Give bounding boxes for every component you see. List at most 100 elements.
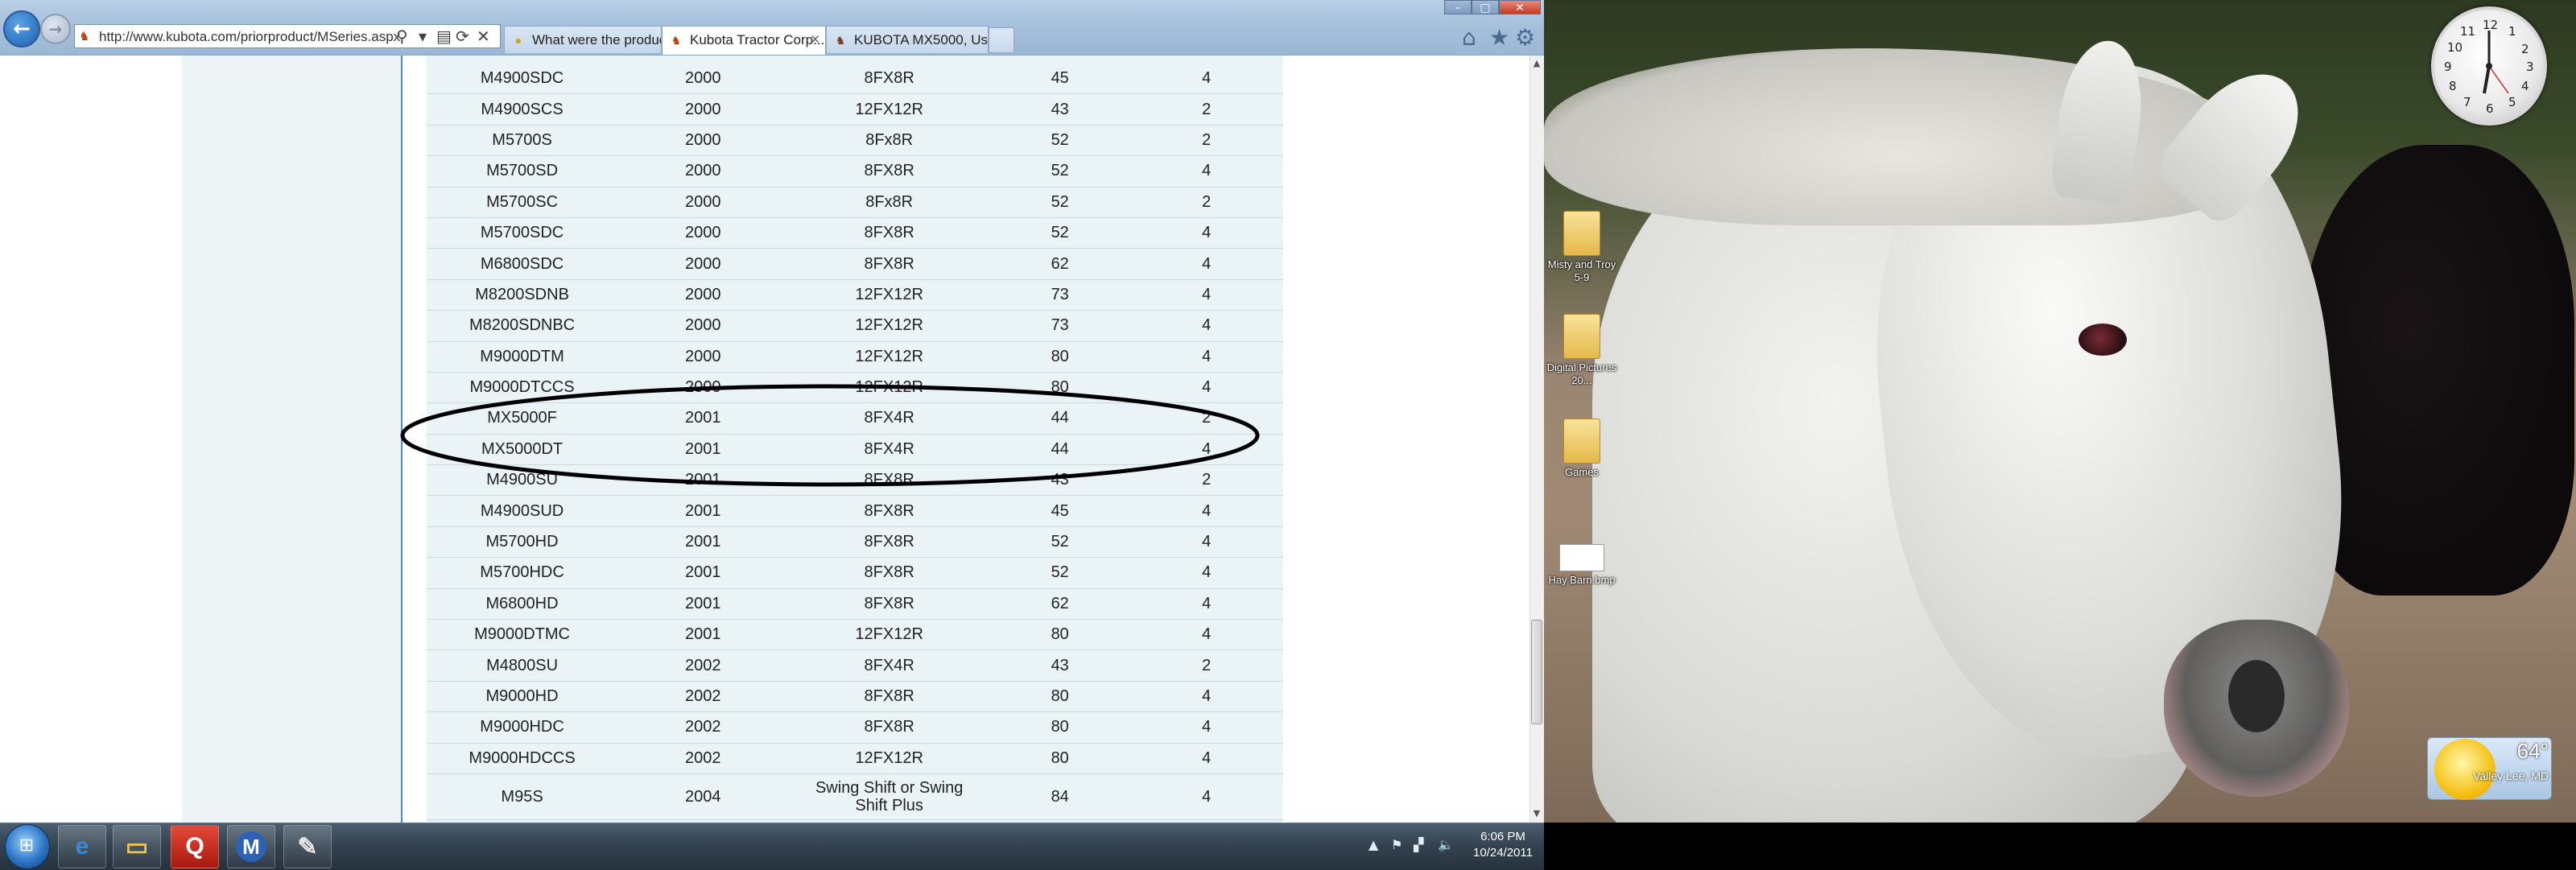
horsepower-cell: 52: [989, 155, 1130, 188]
model-cell: M8200SDNBC: [427, 310, 618, 342]
drive-cell: 2: [1129, 125, 1283, 157]
maximize-button[interactable]: ▢: [1472, 0, 1499, 14]
year-cell: 2000: [617, 155, 789, 188]
horsepower-cell: 43: [989, 464, 1130, 497]
desktop-icon-misty-and-troy[interactable]: Misty and Troy 5-9: [1546, 211, 1618, 284]
dropdown-icon[interactable]: ▾: [419, 26, 427, 47]
transmission-cell: 12FX12R: [788, 310, 990, 342]
desktop-icon-games[interactable]: Games: [1546, 419, 1618, 479]
scroll-up-arrow-icon[interactable]: ▲: [1531, 58, 1542, 69]
horsepower-cell: 62: [989, 588, 1130, 621]
volume-icon[interactable]: 🔈: [1438, 837, 1454, 852]
clock-number: 1: [2508, 24, 2516, 39]
year-cell: 2000: [617, 372, 789, 404]
year-cell: 2004: [617, 773, 789, 820]
clock-number: 6: [2486, 101, 2494, 116]
clock-number: 7: [2463, 95, 2471, 109]
table-row: M9000HD 2002 8FX8R 80 4: [427, 681, 1283, 713]
taskbar-internet-explorer[interactable]: e: [58, 825, 106, 868]
tab-kubota-mx5000-used[interactable]: ♞ KUBOTA MX5000, Used...: [826, 26, 989, 53]
desktop-bottom-strip: [1544, 823, 2576, 869]
compatibility-icon[interactable]: ▤: [436, 26, 452, 47]
drive-cell: 4: [1129, 248, 1283, 280]
drive-cell: 2: [1129, 402, 1283, 435]
table-row: M4900SCS 2000 12FX12R 43 2: [427, 93, 1283, 126]
refresh-icon[interactable]: ⟳: [456, 26, 469, 47]
drive-cell: 2: [1129, 649, 1283, 682]
favorites-star-icon[interactable]: ★: [1489, 24, 1509, 52]
site-favicon-icon: ♞: [79, 29, 90, 43]
gear-icon[interactable]: ⚙: [1515, 24, 1535, 52]
horsepower-cell: 43: [989, 93, 1130, 126]
transmission-cell: 8FX4R: [788, 402, 990, 435]
tab-kubota-tractor-corp[interactable]: ♞ Kubota Tractor Corp... ✕: [662, 26, 826, 55]
transmission-cell: 8FX8R: [788, 217, 990, 249]
model-cell: M9000DTMC: [427, 619, 618, 651]
tab-close-icon[interactable]: ✕: [810, 27, 820, 54]
desktop-icon-hay-barn[interactable]: Hay Barn.bmp: [1546, 544, 1618, 587]
clock-date: 10/24/2011: [1473, 846, 1533, 860]
transmission-cell: 12FX12R: [788, 341, 990, 373]
drive-cell: 2: [1129, 464, 1283, 497]
horsepower-cell: 52: [989, 557, 1130, 589]
show-hidden-icons-icon[interactable]: ▲: [1368, 837, 1378, 852]
table-row: M4900SU 2001 8FX8R 43 2: [427, 464, 1283, 497]
table-row: M9000HDC 2002 8FX8R 80 4: [427, 711, 1283, 744]
taskbar-quicken[interactable]: Q: [171, 825, 219, 868]
folder-icon: [1563, 419, 1600, 464]
desktop-icon-digital-pictures[interactable]: Digital Pictures 20...: [1546, 314, 1618, 387]
system-clock[interactable]: 6:06 PM 10/24/2011: [1465, 829, 1541, 861]
action-center-flag-icon[interactable]: ⚑: [1391, 837, 1402, 852]
year-cell: 2001: [617, 464, 789, 497]
scrollbar-thumb[interactable]: [1531, 620, 1542, 724]
stop-icon[interactable]: ✕: [477, 26, 490, 47]
model-cell: M4900SCS: [427, 93, 618, 126]
model-cell: M6800HD: [427, 588, 618, 621]
back-button[interactable]: ←: [3, 10, 40, 47]
table-row: M5700SDC 2000 8FX8R 52 4: [427, 217, 1283, 249]
year-cell: 2001: [617, 619, 789, 651]
clock-gadget[interactable]: 12 1 2 3 4 5 6 7 8 9 10 11: [2431, 6, 2547, 126]
year-cell: 2000: [617, 187, 789, 218]
transmission-cell: 8FX8R: [788, 155, 990, 188]
transmission-cell: 12FX12R: [788, 372, 990, 404]
transmission-cell: 8FX8R: [788, 495, 990, 527]
tractor-models-table: M4900SDC 2000 8FX8R 45 4 M4900SCS 2000 12FX12R 4…: [427, 64, 1283, 820]
horsepower-cell: 80: [989, 619, 1130, 651]
horsepower-cell: 43: [989, 649, 1130, 682]
left-sidebar-panel: [182, 56, 402, 823]
year-cell: 2002: [617, 743, 789, 774]
tab-what-were-the-product[interactable]: ● What were the product...: [504, 26, 662, 53]
network-signal-icon[interactable]: ▞: [1414, 837, 1423, 852]
minimize-button[interactable]: –: [1444, 0, 1472, 14]
table-row: M4800SU 2002 8FX4R 43 2: [427, 649, 1283, 682]
table-row: M5700HD 2001 8FX8R 52 4: [427, 526, 1283, 559]
horsepower-cell: 52: [989, 125, 1130, 157]
table-row: M95S 2004 Swing Shift or Swing Shift Plus 8…: [427, 773, 1283, 820]
model-cell: MX5000F: [427, 402, 618, 435]
drive-cell: 4: [1129, 279, 1283, 311]
forward-button[interactable]: →: [40, 14, 71, 44]
year-cell: 2001: [617, 557, 789, 589]
scroll-down-arrow-icon[interactable]: ▼: [1531, 808, 1542, 819]
taskbar-money[interactable]: M: [227, 825, 275, 868]
horsepower-cell: 52: [989, 217, 1130, 249]
table-row: M9000DTCCS 2000 12FX12R 80 4: [427, 372, 1283, 404]
taskbar-windows-explorer[interactable]: ▭: [113, 825, 161, 868]
home-icon[interactable]: ⌂: [1462, 24, 1476, 52]
model-cell: M5700HDC: [427, 557, 618, 589]
drive-cell: 4: [1129, 557, 1283, 589]
model-cell: M5700HD: [427, 526, 618, 559]
transmission-cell: 8Fx8R: [788, 187, 990, 218]
horsepower-cell: 52: [989, 526, 1130, 559]
clock-number: 2: [2521, 42, 2529, 56]
transmission-cell: 8FX8R: [788, 248, 990, 280]
table-row: M5700S 2000 8Fx8R 52 2: [427, 125, 1283, 157]
taskbar-paint[interactable]: ✎: [283, 825, 332, 868]
close-button[interactable]: ✕: [1499, 0, 1541, 14]
transmission-cell: 8FX8R: [788, 64, 990, 95]
model-cell: M8200SDNB: [427, 279, 618, 311]
new-tab-button[interactable]: [989, 27, 1014, 53]
search-icon[interactable]: ⚲: [396, 26, 408, 47]
model-cell: M5700SD: [427, 155, 618, 188]
